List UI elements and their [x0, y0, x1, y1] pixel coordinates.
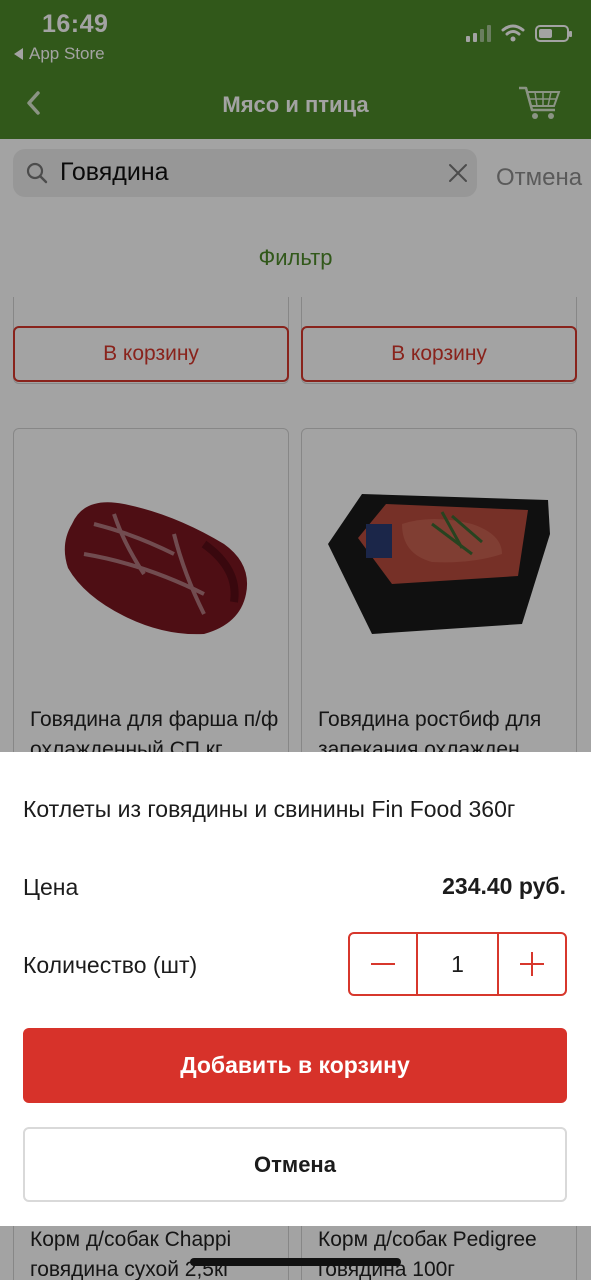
increment-button[interactable] [499, 934, 565, 994]
price-value: 234.40 руб. [442, 873, 566, 899]
minus-icon [371, 963, 395, 965]
quantity-stepper: 1 [348, 932, 567, 996]
add-to-cart-confirm-button[interactable]: Добавить в корзину [23, 1028, 567, 1103]
plus-icon [520, 952, 544, 976]
home-indicator[interactable] [190, 1258, 401, 1266]
price-label: Цена [23, 874, 79, 900]
cancel-button[interactable]: Отмена [23, 1127, 567, 1202]
quantity-label: Количество (шт) [23, 952, 198, 978]
sheet-product-title: Котлеты из говядины и свинины Fin Food 3… [23, 796, 516, 822]
decrement-button[interactable] [350, 934, 416, 994]
quantity-value[interactable]: 1 [416, 934, 499, 994]
add-to-cart-sheet: Котлеты из говядины и свинины Fin Food 3… [0, 752, 591, 1226]
